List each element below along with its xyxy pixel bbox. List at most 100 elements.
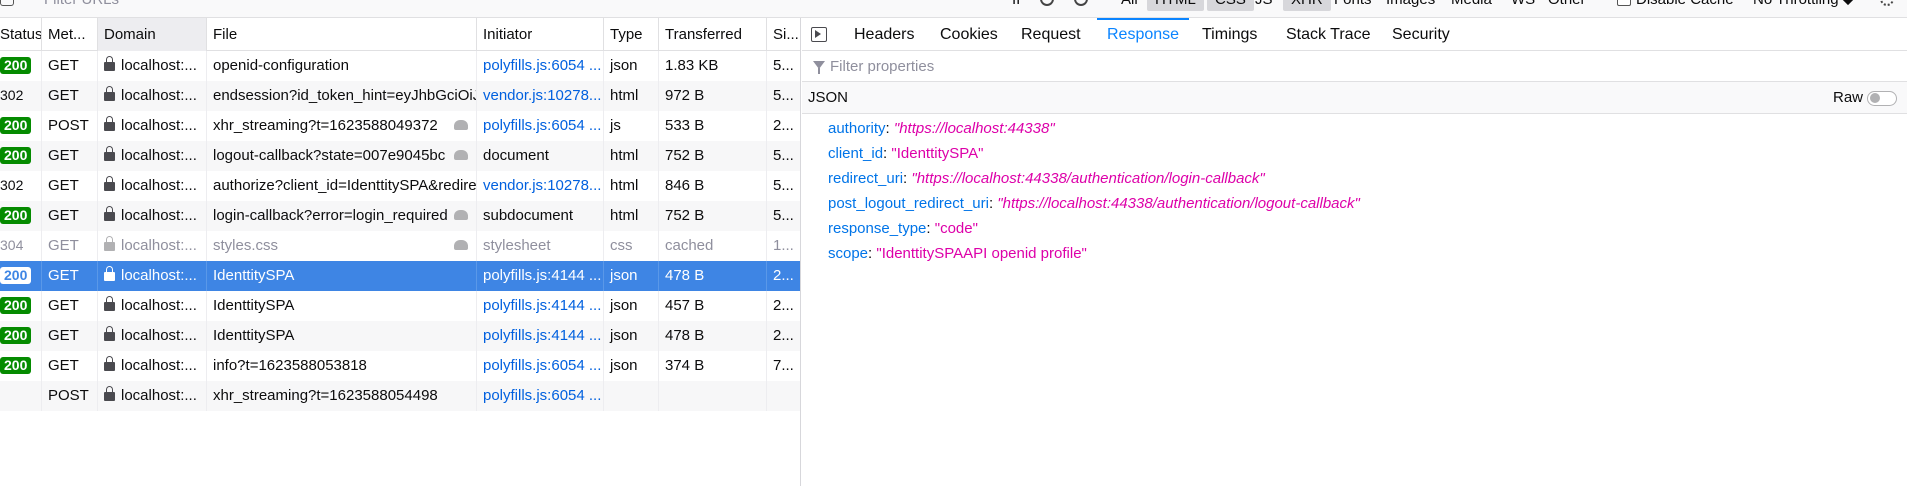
status-badge: 302 bbox=[0, 87, 24, 103]
json-property[interactable]: client_id: "IdenttitySPA" bbox=[828, 141, 983, 166]
cell-transferred: 374 B bbox=[659, 351, 767, 381]
cell-initiator[interactable]: vendor.js:10278... bbox=[477, 171, 604, 201]
column-status[interactable]: Status bbox=[0, 18, 42, 51]
cell-initiator[interactable]: polyfills.js:4144 ... bbox=[477, 321, 604, 351]
column-type[interactable]: Type bbox=[604, 18, 659, 51]
properties-filter-bar bbox=[802, 51, 1907, 82]
block-icon[interactable] bbox=[1074, 0, 1088, 6]
column-file[interactable]: File bbox=[207, 18, 477, 51]
column-method[interactable]: Met... bbox=[42, 18, 98, 51]
request-row[interactable]: 200 GET localhost:... IdenttitySPA polyfills… bbox=[0, 291, 800, 321]
file-text: styles.css bbox=[213, 237, 279, 254]
request-row[interactable]: 200 GET localhost:... logout-callback?state… bbox=[0, 141, 800, 171]
type-filter-fonts[interactable]: Fonts bbox=[1334, 0, 1372, 8]
cell-initiator[interactable]: polyfills.js:6054 ... bbox=[477, 381, 604, 411]
type-filter-html[interactable]: HTML bbox=[1147, 0, 1204, 11]
type-filter-all[interactable]: All bbox=[1121, 0, 1138, 8]
cell-status: 200 bbox=[0, 291, 42, 321]
domain-text: localhost:... bbox=[121, 327, 197, 344]
request-row[interactable]: 200 GET localhost:... IdenttitySPA polyfills… bbox=[0, 321, 800, 351]
tab-cookies[interactable]: Cookies bbox=[940, 18, 998, 51]
request-row[interactable]: 200 GET localhost:... info?t=1623588053818 p… bbox=[0, 351, 800, 381]
request-row[interactable]: 200 POST localhost:... xhr_streaming?t=1623… bbox=[0, 111, 800, 141]
search-icon[interactable] bbox=[1040, 0, 1054, 6]
column-size[interactable]: Si... bbox=[767, 18, 800, 51]
cell-size: 1... bbox=[773, 237, 794, 254]
filter-urls-input[interactable]: Filter URLs bbox=[44, 0, 119, 8]
request-row[interactable]: 302 GET localhost:... authorize?client_id=I… bbox=[0, 171, 800, 201]
tab-stack-trace[interactable]: Stack Trace bbox=[1286, 18, 1370, 51]
gear-icon[interactable] bbox=[1880, 0, 1894, 6]
column-transferred[interactable]: Transferred bbox=[659, 18, 767, 51]
initiator-link[interactable]: polyfills.js:4144 ... bbox=[483, 297, 601, 314]
json-property[interactable]: authority: "https://localhost:44338" bbox=[828, 116, 1055, 141]
initiator-link[interactable]: polyfills.js:6054 ... bbox=[483, 117, 601, 134]
json-property[interactable]: response_type: "code" bbox=[828, 216, 978, 241]
json-property[interactable]: post_logout_redirect_uri: "https://local… bbox=[828, 191, 1360, 216]
cell-file: IdenttitySPA bbox=[207, 291, 477, 321]
type-filter-xhr[interactable]: XHR bbox=[1283, 0, 1331, 11]
raw-toggle-switch[interactable] bbox=[1867, 91, 1897, 106]
type-filter-media[interactable]: Media bbox=[1451, 0, 1492, 8]
disable-cache-checkbox[interactable] bbox=[1617, 0, 1631, 6]
tab-security[interactable]: Security bbox=[1392, 18, 1450, 51]
json-property[interactable]: redirect_uri: "https://localhost:44338/a… bbox=[828, 166, 1265, 191]
pause-button[interactable]: II bbox=[1012, 0, 1020, 8]
file-text: endsession?id_token_hint=eyJhbGciOiJS bbox=[213, 87, 477, 104]
tracker-icon bbox=[454, 240, 468, 250]
toggle-panel-icon[interactable] bbox=[811, 27, 827, 42]
cell-initiator[interactable]: polyfills.js:6054 ... bbox=[477, 51, 604, 81]
initiator-text: stylesheet bbox=[483, 237, 551, 254]
cell-initiator[interactable]: polyfills.js:4144 ... bbox=[477, 261, 604, 291]
cell-method: GET bbox=[42, 141, 98, 171]
cell-domain: localhost:... bbox=[98, 81, 207, 111]
filter-properties-input[interactable] bbox=[830, 55, 1880, 78]
request-row[interactable]: 200 GET localhost:... IdenttitySPA polyfills… bbox=[0, 261, 800, 291]
json-property[interactable]: scope: "IdenttitySPAAPI openid profile" bbox=[828, 241, 1087, 266]
column-domain[interactable]: Domain bbox=[98, 18, 207, 51]
initiator-link[interactable]: polyfills.js:6054 ... bbox=[483, 357, 601, 374]
cell-method: GET bbox=[42, 291, 98, 321]
type-filter-css[interactable]: CSS bbox=[1207, 0, 1254, 11]
cell-method: GET bbox=[42, 171, 98, 201]
throttling-select[interactable]: No Throttling ⬥ bbox=[1753, 0, 1853, 8]
request-table-header: Status Met... Domain File Initiator Type… bbox=[0, 18, 800, 51]
type-filter-images[interactable]: Images bbox=[1386, 0, 1435, 8]
cell-transferred: 478 B bbox=[659, 261, 767, 291]
file-text: IdenttitySPA bbox=[213, 297, 295, 314]
request-row[interactable]: 304 GET localhost:... styles.css stylesheet c… bbox=[0, 231, 800, 261]
tab-timings[interactable]: Timings bbox=[1202, 18, 1257, 51]
cell-initiator[interactable]: polyfills.js:4144 ... bbox=[477, 291, 604, 321]
initiator-link[interactable]: polyfills.js:6054 ... bbox=[483, 387, 601, 404]
cell-type: json bbox=[604, 351, 659, 381]
type-filter-js[interactable]: JS bbox=[1255, 0, 1273, 8]
initiator-link[interactable]: polyfills.js:4144 ... bbox=[483, 327, 601, 344]
json-value: "https://localhost:44338/authentication/… bbox=[911, 170, 1265, 187]
tab-response[interactable]: Response bbox=[1096, 18, 1190, 51]
request-row[interactable]: 200 GET localhost:... login-callback?error=… bbox=[0, 201, 800, 231]
cell-initiator[interactable]: polyfills.js:6054 ... bbox=[477, 111, 604, 141]
json-key: redirect_uri bbox=[828, 170, 904, 187]
initiator-link[interactable]: vendor.js:10278... bbox=[483, 87, 601, 104]
cell-initiator[interactable]: vendor.js:10278... bbox=[477, 81, 604, 111]
details-tabs: Headers Cookies Request Response Timings… bbox=[802, 18, 1907, 51]
type-filter-ws[interactable]: WS bbox=[1511, 0, 1535, 8]
tab-headers[interactable]: Headers bbox=[854, 18, 914, 51]
cell-size: 2... bbox=[773, 297, 794, 314]
json-value: "IdenttitySPAAPI openid profile" bbox=[876, 245, 1087, 262]
initiator-link[interactable]: vendor.js:10278... bbox=[483, 177, 601, 194]
lock-icon bbox=[104, 356, 115, 371]
file-text: openid-configuration bbox=[213, 57, 349, 74]
cell-status: 200 bbox=[0, 111, 42, 141]
json-section-header[interactable]: JSON Raw bbox=[802, 82, 1907, 114]
column-initiator[interactable]: Initiator bbox=[477, 18, 604, 51]
request-row[interactable]: POST localhost:... xhr_streaming?t=1623588… bbox=[0, 381, 800, 411]
type-filter-other[interactable]: Other bbox=[1548, 0, 1586, 8]
request-row[interactable]: 200 GET localhost:... openid-configuration p… bbox=[0, 51, 800, 81]
cell-initiator[interactable]: polyfills.js:6054 ... bbox=[477, 351, 604, 381]
initiator-link[interactable]: polyfills.js:4144 ... bbox=[483, 267, 601, 284]
initiator-link[interactable]: polyfills.js:6054 ... bbox=[483, 57, 601, 74]
tab-request[interactable]: Request bbox=[1021, 18, 1081, 51]
request-row[interactable]: 302 GET localhost:... endsession?id_token_h… bbox=[0, 81, 800, 111]
cell-method: POST bbox=[42, 111, 98, 141]
